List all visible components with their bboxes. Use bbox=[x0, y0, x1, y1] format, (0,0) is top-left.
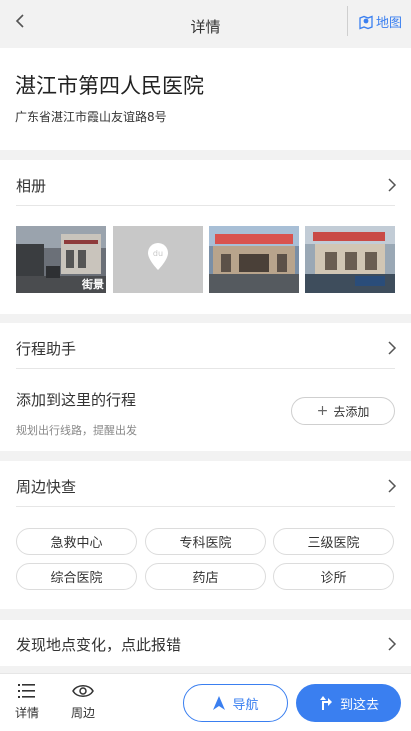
chevron-right-icon[interactable] bbox=[387, 178, 397, 192]
chevron-right-icon[interactable] bbox=[387, 479, 397, 493]
map-label: 地图 bbox=[376, 16, 403, 31]
divider bbox=[16, 205, 395, 206]
nearby-chip[interactable]: 三级医院 bbox=[273, 528, 394, 555]
bottom-action-bar: 详情 周边 导航 到这去 bbox=[0, 673, 411, 731]
go-here-label: 到这去 bbox=[339, 697, 379, 713]
tab-detail-label: 详情 bbox=[14, 706, 39, 720]
place-name: 湛江市第四人民医院 bbox=[15, 74, 204, 98]
top-header: 详情 地图 bbox=[0, 0, 411, 48]
nearby-chip[interactable]: 综合医院 bbox=[16, 563, 137, 590]
go-here-button[interactable]: 到这去 bbox=[296, 684, 401, 722]
nearby-chip[interactable]: 专科医院 bbox=[145, 528, 266, 555]
album-photo-hospital-gate[interactable] bbox=[209, 226, 299, 293]
album-photo-placeholder[interactable]: du bbox=[113, 226, 203, 293]
map-pin-icon bbox=[359, 15, 373, 29]
report-text: 发现地点变化，点此报错 bbox=[16, 636, 182, 654]
eye-icon bbox=[72, 685, 94, 697]
divider bbox=[16, 368, 395, 369]
add-trip-button[interactable]: + 去添加 bbox=[291, 397, 395, 425]
placeholder-logo: du bbox=[153, 249, 163, 258]
tab-nearby[interactable]: 周边 bbox=[68, 682, 98, 721]
album-photo-street-view[interactable]: 街景 bbox=[16, 226, 106, 293]
nearby-card: 周边快查 急救中心 专科医院 三级医院 综合医院 药店 诊所 bbox=[0, 461, 411, 609]
list-icon bbox=[18, 684, 35, 698]
chevron-right-icon[interactable] bbox=[387, 341, 397, 355]
report-error-row[interactable]: 发现地点变化，点此报错 bbox=[0, 620, 411, 666]
plus-icon: + bbox=[316, 403, 329, 419]
page-title: 详情 bbox=[190, 18, 221, 36]
hospital-entrance-photo bbox=[305, 226, 395, 293]
navigation-arrow-icon bbox=[213, 696, 226, 710]
place-info-card: 湛江市第四人民医院 广东省湛江市霞山友谊路8号 bbox=[0, 48, 411, 150]
divider bbox=[16, 506, 395, 507]
header-divider bbox=[347, 6, 348, 36]
tab-nearby-label: 周边 bbox=[70, 706, 95, 720]
navigate-label: 导航 bbox=[232, 697, 259, 713]
nearby-chip[interactable]: 诊所 bbox=[273, 563, 394, 590]
hospital-gate-photo bbox=[209, 226, 299, 293]
trip-sub-text: 规划出行线路，提醒出发 bbox=[16, 424, 137, 437]
street-view-tag: 街景 bbox=[82, 278, 104, 291]
nearby-chip[interactable]: 药店 bbox=[145, 563, 266, 590]
trip-main-text: 添加到这里的行程 bbox=[16, 391, 137, 409]
tab-detail[interactable]: 详情 bbox=[12, 682, 42, 721]
album-title[interactable]: 相册 bbox=[16, 175, 46, 196]
album-card: 相册 街景 du bbox=[0, 160, 411, 314]
place-address: 广东省湛江市霞山友谊路8号 bbox=[15, 110, 167, 124]
add-trip-label: 去添加 bbox=[333, 404, 370, 419]
trip-title[interactable]: 行程助手 bbox=[16, 338, 76, 359]
route-arrow-icon bbox=[319, 696, 332, 710]
baidu-placeholder-image: du bbox=[113, 226, 203, 293]
chevron-right-icon bbox=[388, 637, 397, 651]
album-photo-hospital-entrance[interactable] bbox=[305, 226, 395, 293]
nearby-chip[interactable]: 急救中心 bbox=[16, 528, 137, 555]
map-button[interactable]: 地图 bbox=[358, 12, 402, 31]
trip-assistant-card: 行程助手 添加到这里的行程 规划出行线路，提醒出发 + 去添加 bbox=[0, 323, 411, 451]
navigate-button[interactable]: 导航 bbox=[183, 684, 288, 722]
nearby-title[interactable]: 周边快查 bbox=[16, 476, 76, 497]
